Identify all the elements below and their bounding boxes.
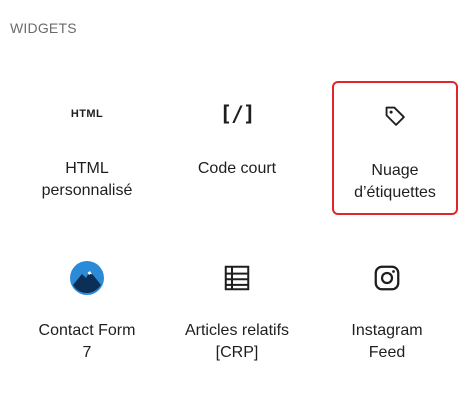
block-label: Instagram Feed [351, 322, 423, 361]
block-label: Contact Form 7 [38, 322, 136, 361]
section-title: WIDGETS [10, 20, 77, 36]
block-related-posts[interactable]: Articles relatifs [CRP] [174, 240, 300, 374]
contact-form-7-logo-icon [24, 260, 150, 296]
block-label: HTML personnalisé [41, 160, 133, 199]
list-icon [174, 260, 300, 296]
block-tag-cloud[interactable]: Nuage d’étiquettes [332, 81, 458, 215]
block-custom-html[interactable]: HTML HTML personnalisé [24, 78, 150, 212]
block-shortcode[interactable]: [/] Code court [174, 78, 300, 212]
tag-icon-svg [385, 106, 405, 126]
block-contact-form-7[interactable]: Contact Form 7 [24, 240, 150, 374]
block-label: Code court [197, 160, 277, 177]
instagram-icon [324, 260, 450, 296]
html-icon: HTML [70, 108, 104, 120]
list-icon-svg [224, 265, 250, 291]
shortcode-icon: [/] [219, 102, 256, 126]
block-label: Nuage d’étiquettes [354, 162, 436, 201]
block-instagram-feed[interactable]: Instagram Feed [324, 240, 450, 374]
instagram-icon-svg [374, 265, 400, 291]
tag-icon [334, 102, 456, 130]
block-label: Articles relatifs [CRP] [184, 322, 290, 361]
cf7-logo-svg [70, 261, 104, 295]
widgets-panel: WIDGETS HTML HTML personnalisé [/] Code … [0, 0, 474, 420]
